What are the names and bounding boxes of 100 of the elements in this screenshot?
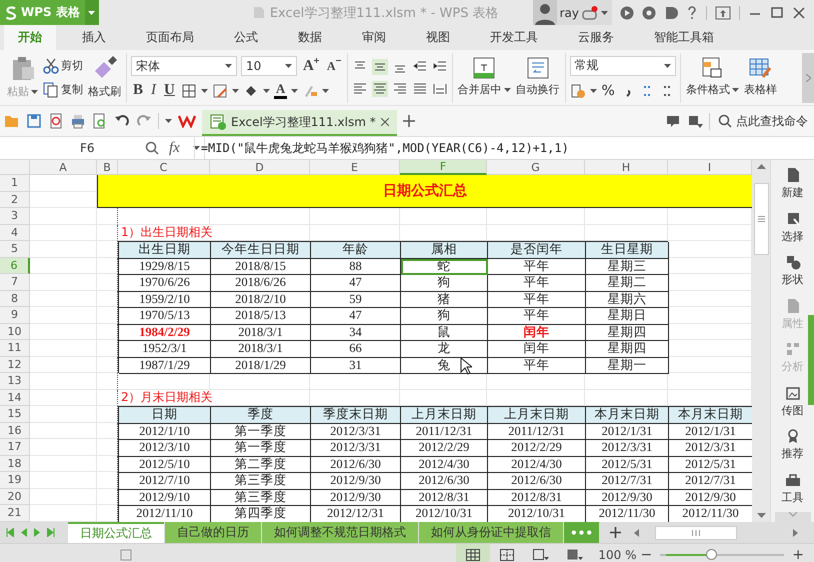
font-color-button[interactable]: A <box>274 82 288 99</box>
command-search-field[interactable]: 点此查找命令 <box>736 112 808 130</box>
search-icon[interactable] <box>718 114 732 128</box>
caret-icon[interactable] <box>262 88 270 92</box>
row-header[interactable]: 21 <box>0 505 30 522</box>
cell-style-icon[interactable] <box>212 82 228 98</box>
caret-icon[interactable] <box>664 64 671 68</box>
print-icon[interactable] <box>70 113 86 129</box>
app-menu-caret[interactable] <box>84 0 99 25</box>
message-icon[interactable] <box>665 113 681 129</box>
scrollbar-thumb[interactable] <box>655 526 737 540</box>
page-break-view-icon[interactable] <box>500 549 514 561</box>
reading-mode-icon[interactable] <box>567 549 584 561</box>
caret-icon[interactable] <box>601 10 608 14</box>
caret-icon[interactable] <box>200 88 208 92</box>
caret-icon[interactable] <box>322 88 330 92</box>
row-header[interactable]: 11 <box>0 340 30 356</box>
menu-tab[interactable]: 审阅 <box>348 25 400 50</box>
row-header[interactable]: 13 <box>0 373 30 390</box>
underline-button[interactable]: U <box>162 82 177 99</box>
sheet-tab[interactable]: 日期公式汇总 <box>68 522 164 543</box>
row-header[interactable]: 3 <box>0 208 30 224</box>
row-header[interactable]: 4 <box>0 224 30 241</box>
scroll-right-icon[interactable] <box>793 528 798 536</box>
row-header[interactable]: 18 <box>0 456 30 472</box>
row-header[interactable]: 2 <box>0 192 30 208</box>
caret-icon[interactable] <box>732 88 739 92</box>
help-icon[interactable] <box>686 6 698 20</box>
caret-icon[interactable] <box>225 64 232 68</box>
format-painter-button[interactable]: 格式刷 <box>87 83 122 100</box>
sidebar-button[interactable]: 选择 <box>782 208 804 252</box>
save-icon[interactable] <box>26 113 42 129</box>
percent-button[interactable]: % <box>600 82 616 100</box>
zoom-level[interactable]: 100 % <box>598 548 637 562</box>
copy-icon[interactable] <box>43 82 59 98</box>
menu-tab[interactable]: 数据 <box>284 25 336 50</box>
row-header[interactable]: 12 <box>0 356 30 373</box>
insert-function-button[interactable]: fx <box>169 140 180 156</box>
scrollbar-thumb[interactable] <box>754 183 768 255</box>
justify-icon[interactable] <box>412 80 428 96</box>
zoom-slider-thumb[interactable] <box>706 549 718 560</box>
column-header[interactable]: D <box>210 160 310 175</box>
menu-tab[interactable]: 开始 <box>4 25 56 50</box>
grow-font-button[interactable]: A <box>301 58 321 74</box>
align-center-icon[interactable] <box>372 80 388 96</box>
column-header[interactable]: B <box>97 160 118 175</box>
align-left-icon[interactable] <box>352 80 368 96</box>
caret-icon[interactable] <box>285 64 292 68</box>
column-header[interactable]: I <box>668 160 752 175</box>
maximize-icon[interactable] <box>770 6 784 20</box>
row-header[interactable]: 19 <box>0 472 30 488</box>
play-icon[interactable] <box>620 6 634 20</box>
sidebar-button[interactable]: 工具 <box>782 468 804 512</box>
caret-icon[interactable] <box>590 88 597 92</box>
align-right-icon[interactable] <box>392 80 408 96</box>
scroll-left-icon[interactable] <box>634 528 639 536</box>
upload-icon[interactable] <box>715 6 731 20</box>
zoom-out-button[interactable]: − <box>636 547 656 562</box>
row-header[interactable]: 9 <box>0 307 30 324</box>
column-header[interactable]: A <box>30 160 97 175</box>
add-sheet-icon[interactable] <box>610 527 622 538</box>
sidebar-button[interactable]: 形状 <box>782 251 804 295</box>
column-header[interactable]: H <box>585 160 668 175</box>
wrap-text-button[interactable]: 自动换行 <box>514 81 561 98</box>
row-header[interactable]: 8 <box>0 290 30 307</box>
number-format-dropdown[interactable]: 常规 <box>570 56 676 76</box>
row-header[interactable]: 16 <box>0 422 30 439</box>
document-tab[interactable]: Excel学习整理111.xlsm * <box>202 110 397 136</box>
layout-view-icon[interactable] <box>533 549 550 561</box>
column-header[interactable]: E <box>310 160 400 175</box>
export-pdf-icon[interactable] <box>48 113 64 129</box>
row-header[interactable]: 10 <box>0 324 30 340</box>
sheet-tab[interactable]: 如何从身份证中提取信 <box>419 522 563 543</box>
sheet-tab[interactable]: 如何调整不规范日期格式 <box>262 522 418 543</box>
row-header[interactable]: 17 <box>0 439 30 456</box>
italic-button[interactable]: I <box>149 82 158 99</box>
font-size-dropdown[interactable]: 10 <box>241 56 297 76</box>
menu-tab[interactable]: 插入 <box>68 25 120 50</box>
sidebar-button[interactable]: 新建 <box>782 164 804 208</box>
cut-button[interactable]: 剪切 <box>42 56 84 74</box>
font-name-dropdown[interactable]: 宋体 <box>131 56 237 76</box>
row-header[interactable]: 5 <box>0 241 30 258</box>
row-header[interactable]: 7 <box>0 274 30 290</box>
close-icon[interactable] <box>792 6 806 20</box>
zoom-in-button[interactable]: + <box>788 547 808 562</box>
menu-tab[interactable]: 开发工具 <box>476 25 552 50</box>
merge-center-button[interactable]: 合并居中 <box>456 81 512 98</box>
menu-tab[interactable]: 页面布局 <box>132 25 208 50</box>
scroll-down-icon[interactable] <box>756 513 766 518</box>
normal-view-icon[interactable] <box>466 549 480 561</box>
currency-icon[interactable] <box>570 82 586 98</box>
sidebar-button[interactable]: 推荐 <box>782 425 804 469</box>
column-header[interactable]: G <box>487 160 585 175</box>
dropdown-list-icon[interactable] <box>687 113 703 129</box>
caret-icon[interactable] <box>193 146 200 150</box>
row-header[interactable]: 1 <box>0 175 30 192</box>
scroll-up-icon[interactable] <box>756 164 766 169</box>
caret-icon[interactable] <box>232 88 239 92</box>
sidebar-button[interactable]: 传图 <box>782 382 804 426</box>
conditional-format-button[interactable]: 条件格式 <box>684 81 740 98</box>
